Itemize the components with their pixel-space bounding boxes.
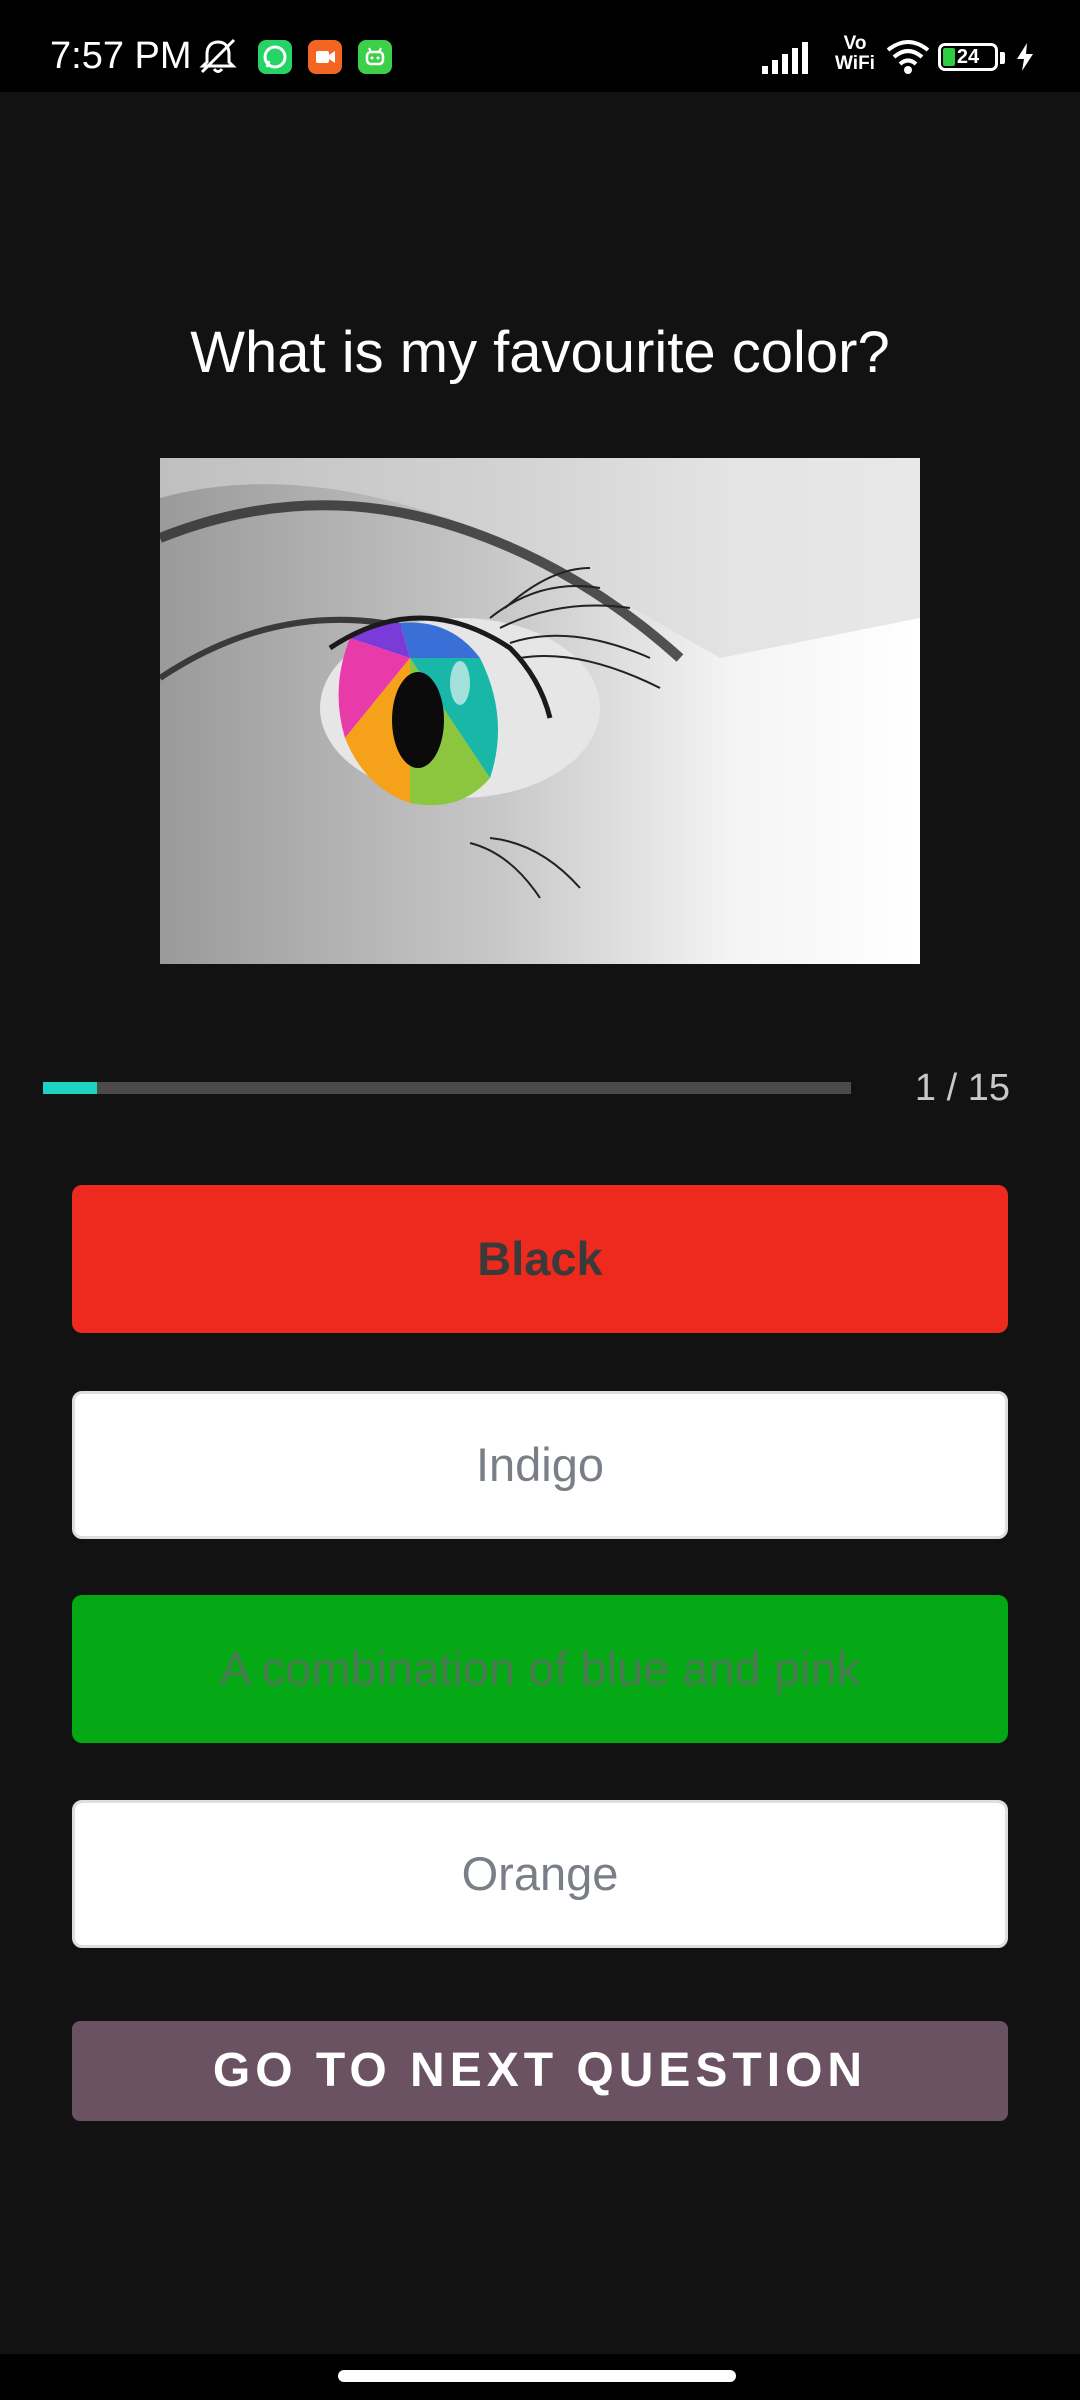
progress-counter: 1 / 15	[914, 1067, 1010, 1109]
answer-option-indigo[interactable]: Indigo	[72, 1391, 1008, 1539]
quiz-screen: 7:57 PM Vo WiFi 24 What is my favourite …	[0, 0, 1080, 2400]
navigation-bar	[0, 2354, 1080, 2400]
status-time: 7:57 PM	[50, 35, 192, 77]
answer-option-black[interactable]: Black	[72, 1185, 1008, 1333]
wifi-icon	[884, 36, 932, 81]
progress-bar	[43, 1082, 851, 1094]
answer-option-orange[interactable]: Orange	[72, 1800, 1008, 1948]
vowifi-label: Vo WiFi	[835, 33, 875, 74]
progress-fill	[43, 1082, 97, 1094]
battery-icon: 24	[938, 43, 998, 71]
mute-icon	[196, 36, 240, 81]
signal-icon	[760, 40, 812, 81]
question-title: What is my favourite color?	[190, 320, 890, 385]
system-status-icons: Vo WiFi 24	[760, 30, 1080, 80]
question-image	[160, 458, 920, 964]
whatsapp-icon	[258, 40, 292, 74]
answer-option-blue-pink[interactable]: A combination of blue and pink	[72, 1595, 1008, 1743]
video-app-icon	[308, 40, 342, 74]
battery-level: 24	[956, 46, 980, 68]
home-indicator[interactable]	[338, 2370, 736, 2382]
charging-icon	[1014, 42, 1036, 77]
android-app-icon	[358, 40, 392, 74]
battery-tip	[1000, 52, 1005, 64]
status-bar: 7:57 PM Vo WiFi 24	[0, 0, 1080, 92]
next-question-button[interactable]: GO TO NEXT QUESTION	[72, 2021, 1008, 2121]
